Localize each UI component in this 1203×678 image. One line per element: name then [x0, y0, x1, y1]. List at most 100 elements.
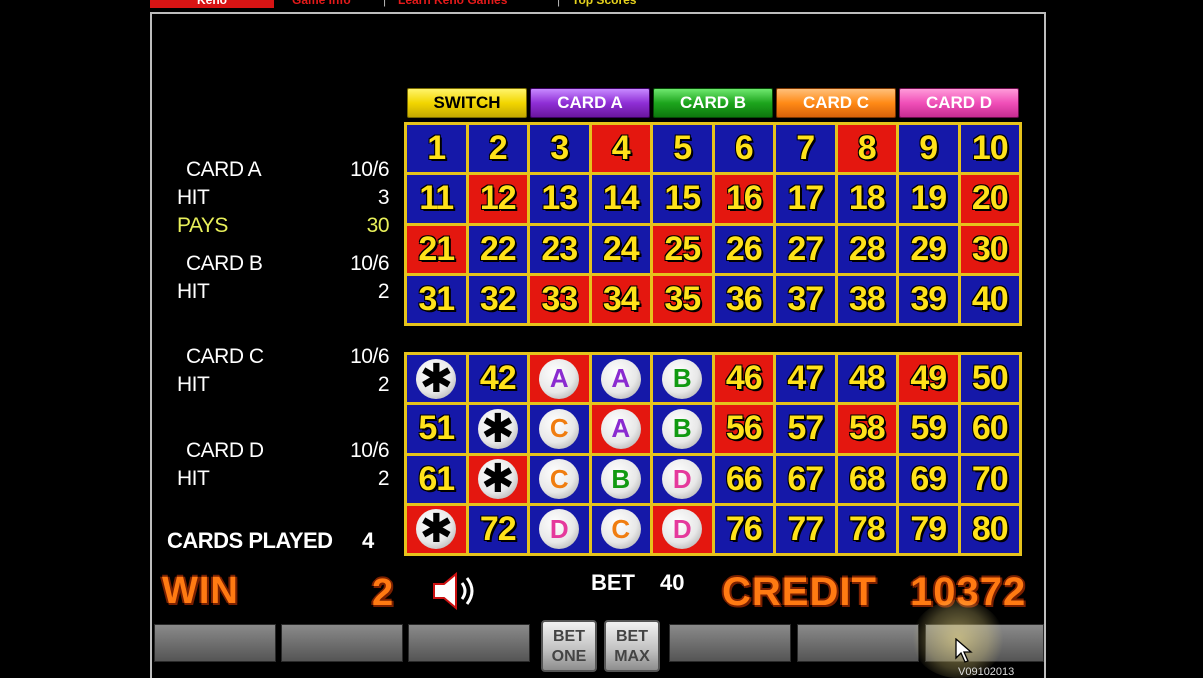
marked-cell[interactable]: ✱	[407, 355, 466, 403]
number-cell[interactable]: 28	[837, 225, 896, 273]
number-cell[interactable]: 39	[899, 275, 958, 323]
number-cell[interactable]: 47	[776, 355, 835, 403]
number-cell[interactable]: 5	[653, 125, 712, 173]
number-cell[interactable]: 80	[960, 505, 1019, 553]
number-cell[interactable]: 6	[714, 125, 773, 173]
number-cell[interactable]: 17	[776, 175, 835, 223]
card-d-tab[interactable]: CARD D	[899, 88, 1019, 118]
marked-cell[interactable]: C	[530, 405, 589, 453]
number-cell[interactable]: 11	[407, 175, 466, 223]
number-cell[interactable]: 77	[776, 505, 835, 553]
number-cell[interactable]: 69	[899, 455, 958, 503]
marked-cell[interactable]: ✱	[468, 455, 527, 503]
nav-link-game-info[interactable]: Game Info	[292, 0, 351, 8]
marked-cell[interactable]: A	[591, 355, 650, 403]
number-cell[interactable]: 57	[776, 405, 835, 453]
number-cell[interactable]: 67	[776, 455, 835, 503]
number-cell[interactable]: 16	[714, 175, 773, 223]
number-cell[interactable]: 7	[776, 125, 835, 173]
number-cell[interactable]: 34	[591, 275, 650, 323]
number-cell[interactable]: 29	[899, 225, 958, 273]
number-cell[interactable]: 58	[837, 405, 896, 453]
marked-cell[interactable]: A	[530, 355, 589, 403]
number-cell[interactable]: 59	[899, 405, 958, 453]
marked-cell[interactable]: C	[530, 455, 589, 503]
number-cell[interactable]: 38	[837, 275, 896, 323]
number-cell[interactable]: 56	[714, 405, 773, 453]
number-cell[interactable]: 49	[899, 355, 958, 403]
blank-button-2[interactable]	[281, 624, 403, 662]
marked-cell[interactable]: D	[653, 505, 712, 553]
marked-cell[interactable]: D	[653, 455, 712, 503]
number-cell[interactable]: 36	[714, 275, 773, 323]
nav-active-tab[interactable]: Keno	[150, 0, 274, 8]
number-cell[interactable]: 42	[468, 355, 527, 403]
card-a-tab[interactable]: CARD A	[530, 88, 650, 118]
card-c-tab[interactable]: CARD C	[776, 88, 896, 118]
number-cell[interactable]: 22	[468, 225, 527, 273]
number-cell[interactable]: 13	[530, 175, 589, 223]
card-d-ball-icon: D	[539, 509, 580, 550]
switch-tab[interactable]: SWITCH	[407, 88, 527, 118]
marked-cell[interactable]: C	[591, 505, 650, 553]
number-cell[interactable]: 78	[837, 505, 896, 553]
number-cell[interactable]: 33	[530, 275, 589, 323]
number-cell[interactable]: 4	[591, 125, 650, 173]
nav-link-learn[interactable]: Learn Keno Games	[398, 0, 507, 8]
number-cell[interactable]: 46	[714, 355, 773, 403]
speaker-icon[interactable]	[430, 570, 480, 612]
number-cell[interactable]: 21	[407, 225, 466, 273]
number-cell[interactable]: 20	[960, 175, 1019, 223]
number-cell[interactable]: 15	[653, 175, 712, 223]
marked-cell[interactable]: D	[530, 505, 589, 553]
marked-cell[interactable]: ✱	[407, 505, 466, 553]
number-cell[interactable]: 8	[837, 125, 896, 173]
number-cell[interactable]: 19	[899, 175, 958, 223]
number-cell[interactable]: 18	[837, 175, 896, 223]
blank-button-5[interactable]	[797, 624, 919, 662]
number-cell[interactable]: 68	[837, 455, 896, 503]
number-cell[interactable]: 3	[530, 125, 589, 173]
number-cell[interactable]: 48	[837, 355, 896, 403]
marked-cell[interactable]: B	[653, 355, 712, 403]
number-cell[interactable]: 12	[468, 175, 527, 223]
bet-max-button[interactable]: BET MAX	[604, 620, 660, 672]
number-cell[interactable]: 1	[407, 125, 466, 173]
number-cell[interactable]: 50	[960, 355, 1019, 403]
card-b-tab[interactable]: CARD B	[653, 88, 773, 118]
number-cell[interactable]: 24	[591, 225, 650, 273]
credit-label: CREDIT	[722, 570, 877, 614]
number-cell[interactable]: 37	[776, 275, 835, 323]
number-cell[interactable]: 32	[468, 275, 527, 323]
number-cell[interactable]: 9	[899, 125, 958, 173]
number-cell[interactable]: 27	[776, 225, 835, 273]
marked-cell[interactable]: ✱	[468, 405, 527, 453]
number-cell[interactable]: 25	[653, 225, 712, 273]
marked-cell[interactable]: B	[591, 455, 650, 503]
number-cell[interactable]: 79	[899, 505, 958, 553]
number-cell[interactable]: 61	[407, 455, 466, 503]
nav-link-top-scores[interactable]: Top Scores	[572, 0, 636, 8]
marked-cell[interactable]: A	[591, 405, 650, 453]
blank-button-3[interactable]	[408, 624, 530, 662]
number-cell[interactable]: 26	[714, 225, 773, 273]
bet-one-button[interactable]: BET ONE	[541, 620, 597, 672]
number-cell[interactable]: 60	[960, 405, 1019, 453]
number-cell[interactable]: 14	[591, 175, 650, 223]
number-cell[interactable]: 70	[960, 455, 1019, 503]
number-cell[interactable]: 23	[530, 225, 589, 273]
blank-button-1[interactable]	[154, 624, 276, 662]
number-cell[interactable]: 10	[960, 125, 1019, 173]
number-cell[interactable]: 35	[653, 275, 712, 323]
number-cell[interactable]: 40	[960, 275, 1019, 323]
blank-button-4[interactable]	[669, 624, 791, 662]
marked-cell[interactable]: B	[653, 405, 712, 453]
number-cell[interactable]: 66	[714, 455, 773, 503]
number-cell[interactable]: 51	[407, 405, 466, 453]
number-cell[interactable]: 30	[960, 225, 1019, 273]
number-cell[interactable]: 2	[468, 125, 527, 173]
number-cell[interactable]: 72	[468, 505, 527, 553]
number-cell[interactable]: 31	[407, 275, 466, 323]
number-cell[interactable]: 76	[714, 505, 773, 553]
mouse-cursor-icon	[955, 638, 973, 663]
